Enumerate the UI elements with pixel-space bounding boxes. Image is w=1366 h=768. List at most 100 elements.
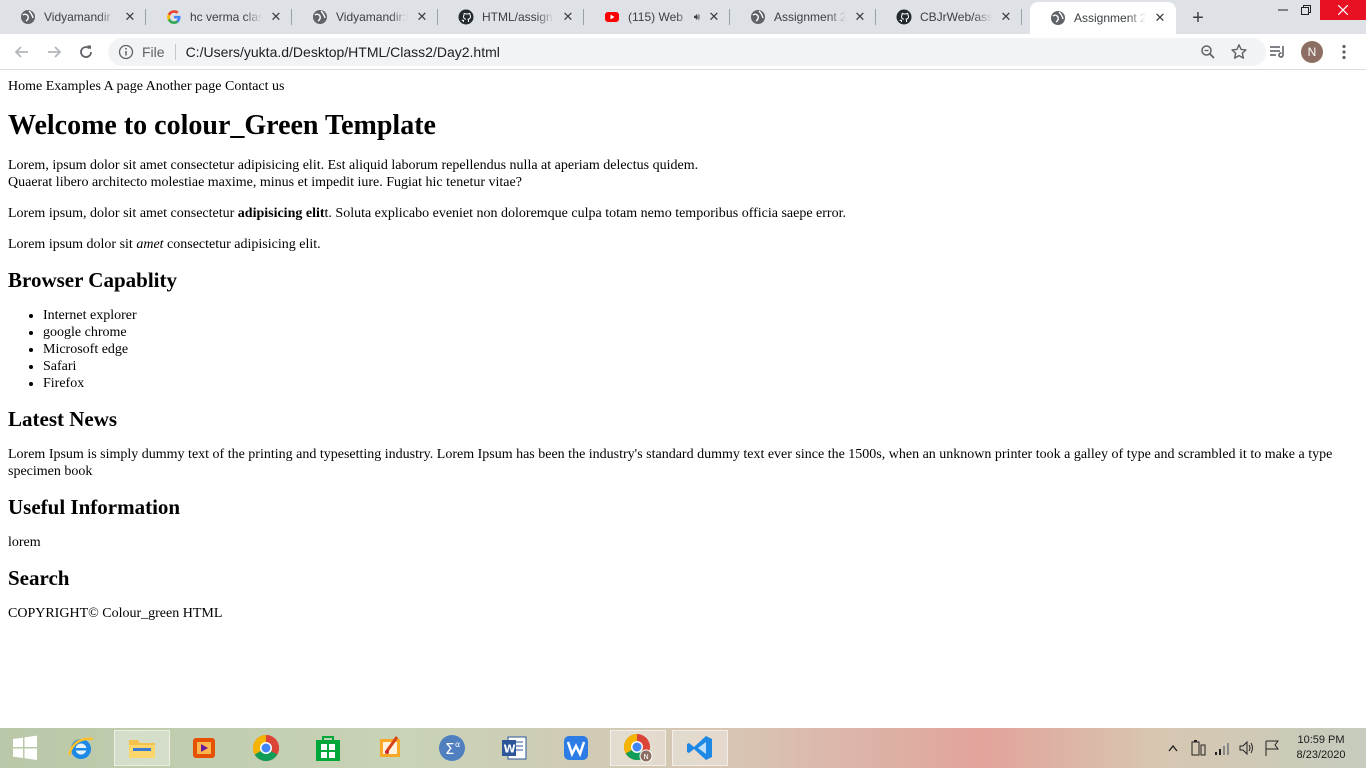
list-item: Firefox: [43, 375, 1358, 392]
bold-paragraph: Lorem ipsum, dolor sit amet consectetur …: [8, 205, 1358, 222]
nav-link-another-page[interactable]: Another page: [146, 79, 222, 94]
address-divider: [174, 44, 176, 60]
tab-separator: [1021, 9, 1022, 25]
tab-hc-verma[interactable]: hc verma class ✕: [146, 0, 292, 34]
word-icon[interactable]: W: [486, 730, 542, 766]
tab-assignment-2[interactable]: Assignment 2 ✕: [730, 0, 876, 34]
nav-link-contact-us[interactable]: Contact us: [225, 79, 285, 94]
close-tab-icon[interactable]: ✕: [852, 9, 868, 25]
nav-link-home[interactable]: Home: [8, 79, 42, 94]
tab-title: Vidyamandir: [44, 10, 111, 24]
chrome-profile-icon[interactable]: N: [610, 730, 666, 766]
url-scheme-label: File: [142, 44, 165, 60]
tab-title: CBJrWeb/assig: [920, 10, 992, 24]
windows-start-icon[interactable]: [0, 730, 50, 766]
list-item: Microsoft edge: [43, 341, 1358, 358]
windows-taskbar: Σα W N 10:59 PM 8/23/2020: [0, 728, 1366, 768]
wps-writer-icon[interactable]: [548, 730, 604, 766]
bold-paragraph-end: t. Soluta explicabo eveniet non doloremq…: [324, 206, 846, 221]
system-clock[interactable]: 10:59 PM 8/23/2020: [1290, 733, 1352, 763]
info-icon[interactable]: [118, 44, 134, 60]
close-tab-icon[interactable]: ✕: [268, 9, 284, 25]
tab-vidyamandir-m[interactable]: Vidyamandir:M ✕: [292, 0, 438, 34]
svg-text:N: N: [644, 753, 649, 761]
github-icon: [458, 9, 474, 25]
close-tab-icon[interactable]: ✕: [122, 9, 138, 25]
clock-date: 8/23/2020: [1296, 749, 1346, 761]
close-tab-icon[interactable]: ✕: [560, 9, 576, 25]
intro-line-2: Quaerat libero architecto molestiae maxi…: [8, 175, 522, 190]
github-icon: [896, 9, 912, 25]
address-bar[interactable]: File C:/Users/yukta.d/Desktop/HTML/Class…: [108, 38, 1266, 66]
tab-vidyamandir[interactable]: Vidyamandir ✕: [0, 0, 146, 34]
italic-paragraph: Lorem ipsum dolor sit amet consectetur a…: [8, 236, 1358, 253]
chrome-icon[interactable]: [238, 730, 294, 766]
action-center-flag-icon[interactable]: [1264, 728, 1280, 768]
bold-text: adipisicing elit: [237, 206, 325, 221]
tab-cbjrweb[interactable]: CBJrWeb/assig ✕: [876, 0, 1022, 34]
media-control-button[interactable]: [1264, 38, 1292, 66]
globe-icon: [750, 9, 766, 25]
close-tab-icon[interactable]: ✕: [998, 9, 1014, 25]
avatar: N: [1301, 41, 1323, 63]
media-player-icon[interactable]: [176, 730, 232, 766]
globe-icon: [312, 9, 328, 25]
volume-icon[interactable]: [1238, 728, 1256, 768]
page-title: Welcome to colour_Green Template: [8, 110, 436, 141]
vscode-icon[interactable]: [672, 730, 728, 766]
reload-icon: [80, 45, 92, 58]
browser-toolbar: File C:/Users/yukta.d/Desktop/HTML/Class…: [0, 34, 1366, 70]
store-icon[interactable]: [300, 730, 356, 766]
bold-paragraph-start: Lorem ipsum, dolor sit amet consectetur: [8, 206, 238, 221]
tab-title: HTML/assignm: [482, 10, 554, 24]
list-item: Safari: [43, 358, 1358, 375]
url-text[interactable]: C:/Users/yukta.d/Desktop/HTML/Class2/Day…: [186, 44, 500, 60]
bookmark-star-icon[interactable]: [1230, 43, 1248, 64]
nav-link-examples[interactable]: Examples: [46, 79, 101, 94]
google-icon: [166, 9, 182, 25]
tab-title: Assignment 2: [774, 10, 846, 24]
svg-text:α: α: [455, 740, 460, 749]
show-hidden-icons-icon[interactable]: [1168, 728, 1178, 768]
browser-list: Internet explorer google chrome Microsof…: [8, 307, 1358, 392]
close-tab-icon[interactable]: ✕: [414, 9, 430, 25]
svg-text:W: W: [504, 743, 516, 756]
close-window-button[interactable]: [1320, 0, 1366, 20]
useful-information-text: lorem: [8, 535, 41, 550]
paint-icon[interactable]: [362, 730, 418, 766]
battery-icon[interactable]: [1190, 728, 1206, 768]
speaker-icon[interactable]: 🔊︎: [694, 12, 700, 23]
italic-paragraph-start: Lorem ipsum dolor sit: [8, 237, 137, 252]
kebab-menu-icon: [1342, 44, 1346, 60]
tab-youtube-web[interactable]: (115) Web 🔊︎ ✕: [584, 0, 730, 34]
profile-button[interactable]: N: [1298, 38, 1326, 66]
internet-explorer-icon[interactable]: [53, 730, 109, 766]
tab-strip: Vidyamandir ✕ hc verma class ✕ Vidyamand…: [0, 0, 1366, 34]
zoom-icon[interactable]: [1200, 44, 1216, 63]
close-tab-icon[interactable]: ✕: [706, 9, 722, 25]
new-tab-button[interactable]: +: [1186, 6, 1210, 30]
back-button[interactable]: [8, 38, 36, 66]
reload-button[interactable]: [72, 38, 100, 66]
page-content: Home Examples A page Another page Contac…: [0, 71, 1366, 728]
italic-text: amet: [136, 237, 164, 252]
site-nav: Home Examples A page Another page Contac…: [8, 78, 1358, 95]
svg-text:Σ: Σ: [445, 740, 454, 758]
playlist-icon: [1270, 46, 1284, 58]
wifi-signal-icon[interactable]: [1214, 728, 1232, 768]
file-explorer-icon[interactable]: [114, 730, 170, 766]
youtube-icon: [604, 9, 620, 25]
browser-menu-button[interactable]: [1330, 38, 1358, 66]
tab-title: Vidyamandir:M: [336, 10, 408, 24]
math-input-icon[interactable]: Σα: [424, 730, 480, 766]
list-item: google chrome: [43, 324, 1358, 341]
nav-link-a-page[interactable]: A page: [104, 79, 143, 94]
tab-assignment-2-active[interactable]: Assignment 2 ✕: [1030, 2, 1176, 34]
close-tab-icon[interactable]: ✕: [1152, 10, 1168, 26]
tab-title: hc verma class: [190, 10, 262, 24]
forward-button[interactable]: [40, 38, 68, 66]
tab-html-assignment[interactable]: HTML/assignm ✕: [438, 0, 584, 34]
search-heading: Search: [8, 566, 70, 590]
tab-title: Assignment 2: [1074, 11, 1146, 25]
back-arrow-icon: [14, 46, 28, 58]
